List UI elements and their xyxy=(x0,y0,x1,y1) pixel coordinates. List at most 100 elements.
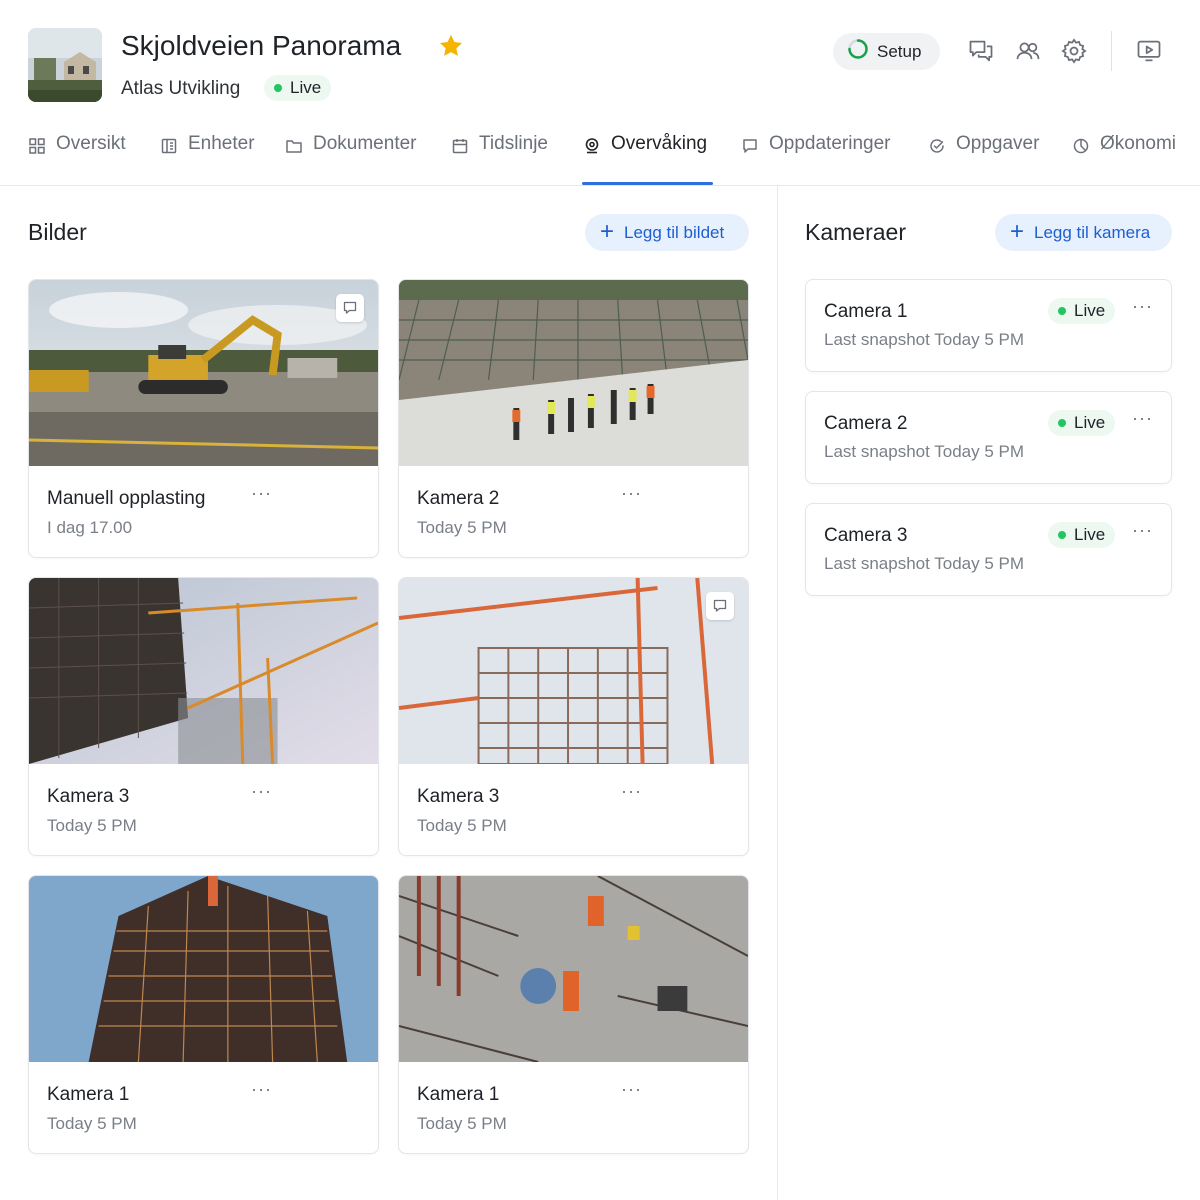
add-photo-button[interactable]: + Legg til bildet xyxy=(585,214,749,251)
tab-label: Oppgaver xyxy=(956,133,1040,154)
company-name: Atlas Utvikling xyxy=(121,78,241,99)
more-options-icon[interactable]: ··· xyxy=(621,781,642,802)
camera-card[interactable]: Camera 3 Live ··· Last snapshot Today 5 … xyxy=(805,503,1172,596)
camera-card[interactable]: Camera 2 Live ··· Last snapshot Today 5 … xyxy=(805,391,1172,484)
photo-time: Today 5 PM xyxy=(417,1114,507,1133)
more-options-icon[interactable]: ··· xyxy=(1132,520,1153,541)
camera-name: Camera 1 xyxy=(824,301,908,322)
photo-time: Today 5 PM xyxy=(47,1114,137,1133)
tab-overvaking[interactable]: Overvåking xyxy=(583,120,707,186)
more-options-icon[interactable]: ··· xyxy=(621,483,642,504)
photos-section-title: Bilder xyxy=(28,219,87,245)
photo-title: Kamera 2 xyxy=(417,488,500,509)
tab-enheter[interactable]: Enheter xyxy=(160,120,255,186)
status-label: Live xyxy=(1074,525,1106,544)
panel-divider xyxy=(777,186,778,1200)
setup-button[interactable]: Setup xyxy=(833,33,940,70)
header-divider xyxy=(1111,31,1112,71)
photo-card[interactable]: Manuell opplasting ··· I dag 17.00 xyxy=(28,279,379,558)
comment-icon[interactable] xyxy=(336,294,364,322)
settings-icon[interactable] xyxy=(1060,37,1088,65)
photo-thumbnail xyxy=(29,578,378,764)
camera-snapshot: Last snapshot Today 5 PM xyxy=(824,330,1025,349)
camera-name: Camera 2 xyxy=(824,413,908,434)
presentation-icon[interactable] xyxy=(1135,37,1163,65)
live-dot-icon xyxy=(1058,419,1066,427)
project-tabs: Oversikt Enheter Dokumenter Tidslinje Ov… xyxy=(0,120,1200,186)
grid-icon xyxy=(28,137,46,155)
tab-label: Oppdateringer xyxy=(769,133,891,154)
live-dot-icon xyxy=(1058,531,1066,539)
pie-chart-icon xyxy=(1072,137,1090,155)
photo-title: Kamera 3 xyxy=(47,786,130,807)
status-badge: Live xyxy=(1048,522,1116,548)
photo-time: Today 5 PM xyxy=(417,816,507,835)
tab-label: Dokumenter xyxy=(313,133,417,154)
tab-oppdateringer[interactable]: Oppdateringer xyxy=(741,120,890,186)
status-label: Live xyxy=(1074,413,1106,432)
tab-dokumenter[interactable]: Dokumenter xyxy=(285,120,417,186)
photo-time: Today 5 PM xyxy=(47,816,137,835)
photo-time: Today 5 PM xyxy=(417,518,507,537)
plus-icon: + xyxy=(1010,217,1025,245)
more-options-icon[interactable]: ··· xyxy=(621,1079,642,1100)
setup-label: Setup xyxy=(877,41,922,61)
photo-thumbnail xyxy=(29,280,378,466)
calendar-icon xyxy=(451,137,469,155)
status-badge: Live xyxy=(1048,410,1116,436)
tab-oppgaver[interactable]: Oppgaver xyxy=(928,120,1039,186)
tab-oversikt[interactable]: Oversikt xyxy=(28,120,126,186)
status-badge: Live xyxy=(1048,298,1116,324)
star-icon[interactable] xyxy=(437,32,465,60)
tab-label: Tidslinje xyxy=(479,133,548,154)
photo-thumbnail xyxy=(399,876,748,1062)
live-dot-icon xyxy=(1058,307,1066,315)
camera-snapshot: Last snapshot Today 5 PM xyxy=(824,442,1025,461)
photo-thumbnail xyxy=(29,876,378,1062)
photo-title: Kamera 1 xyxy=(417,1084,500,1105)
tab-okonomi[interactable]: Økonomi xyxy=(1072,120,1176,186)
camera-card[interactable]: Camera 1 Live ··· Last snapshot Today 5 … xyxy=(805,279,1172,372)
tab-label: Oversikt xyxy=(56,133,126,154)
add-camera-button[interactable]: + Legg til kamera xyxy=(995,214,1172,251)
users-icon[interactable] xyxy=(1014,37,1042,65)
chat-icon[interactable] xyxy=(967,37,995,65)
status-label: Live xyxy=(1074,301,1106,320)
photo-card[interactable]: Kamera 2 ··· Today 5 PM xyxy=(398,279,749,558)
photo-card[interactable]: Kamera 3 ··· Today 5 PM xyxy=(398,577,749,856)
tab-label: Enheter xyxy=(188,133,255,154)
add-camera-label: Legg til kamera xyxy=(1034,222,1151,242)
progress-ring-icon xyxy=(847,38,869,65)
more-options-icon[interactable]: ··· xyxy=(1132,296,1153,317)
add-photo-label: Legg til bildet xyxy=(624,222,725,242)
photo-time: I dag 17.00 xyxy=(47,518,133,537)
status-badge: Live xyxy=(264,75,332,101)
more-options-icon[interactable]: ··· xyxy=(251,781,272,802)
photo-card[interactable]: Kamera 1 ··· Today 5 PM xyxy=(28,875,379,1154)
photo-card[interactable]: Kamera 1 ··· Today 5 PM xyxy=(398,875,749,1154)
photo-title: Kamera 3 xyxy=(417,786,500,807)
project-thumbnail xyxy=(28,28,102,102)
more-options-icon[interactable]: ··· xyxy=(1132,408,1153,429)
more-options-icon[interactable]: ··· xyxy=(251,483,272,504)
photo-thumbnail xyxy=(399,578,748,764)
photo-title: Kamera 1 xyxy=(47,1084,130,1105)
cameras-section-title: Kameraer xyxy=(805,219,906,245)
folder-icon xyxy=(285,137,303,155)
tab-tidslinje[interactable]: Tidslinje xyxy=(451,120,548,186)
tab-label: Økonomi xyxy=(1100,133,1177,154)
webcam-icon xyxy=(583,137,601,155)
photo-thumbnail xyxy=(399,280,748,466)
more-options-icon[interactable]: ··· xyxy=(251,1079,272,1100)
live-dot-icon xyxy=(274,84,282,92)
photo-card[interactable]: Kamera 3 ··· Today 5 PM xyxy=(28,577,379,856)
comment-icon[interactable] xyxy=(706,592,734,620)
camera-name: Camera 3 xyxy=(824,525,908,546)
task-icon xyxy=(928,137,946,155)
camera-snapshot: Last snapshot Today 5 PM xyxy=(824,554,1025,573)
units-icon xyxy=(160,137,178,155)
message-icon xyxy=(741,137,759,155)
tab-label: Overvåking xyxy=(611,133,708,154)
status-label: Live xyxy=(290,78,322,97)
photo-title: Manuell opplasting xyxy=(47,488,206,509)
